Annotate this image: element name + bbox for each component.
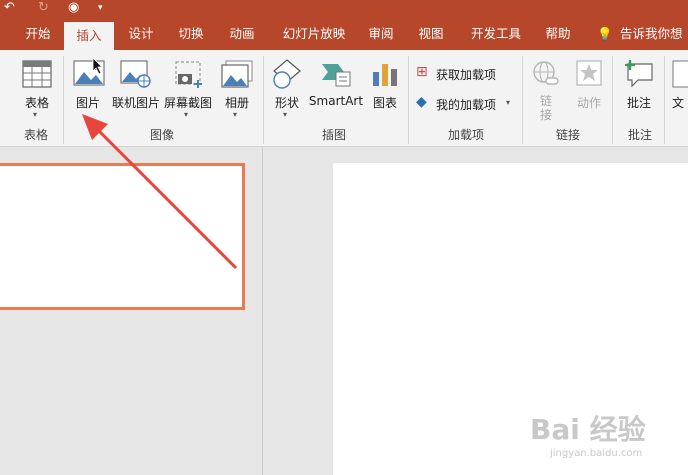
watermark-main: Bai 经验 — [530, 413, 646, 446]
baidu-watermark: Bai 经验 jingyan.baidu.com — [530, 408, 686, 468]
annotation-arrow — [82, 114, 238, 270]
watermark-sub: jingyan.baidu.com — [550, 448, 643, 459]
